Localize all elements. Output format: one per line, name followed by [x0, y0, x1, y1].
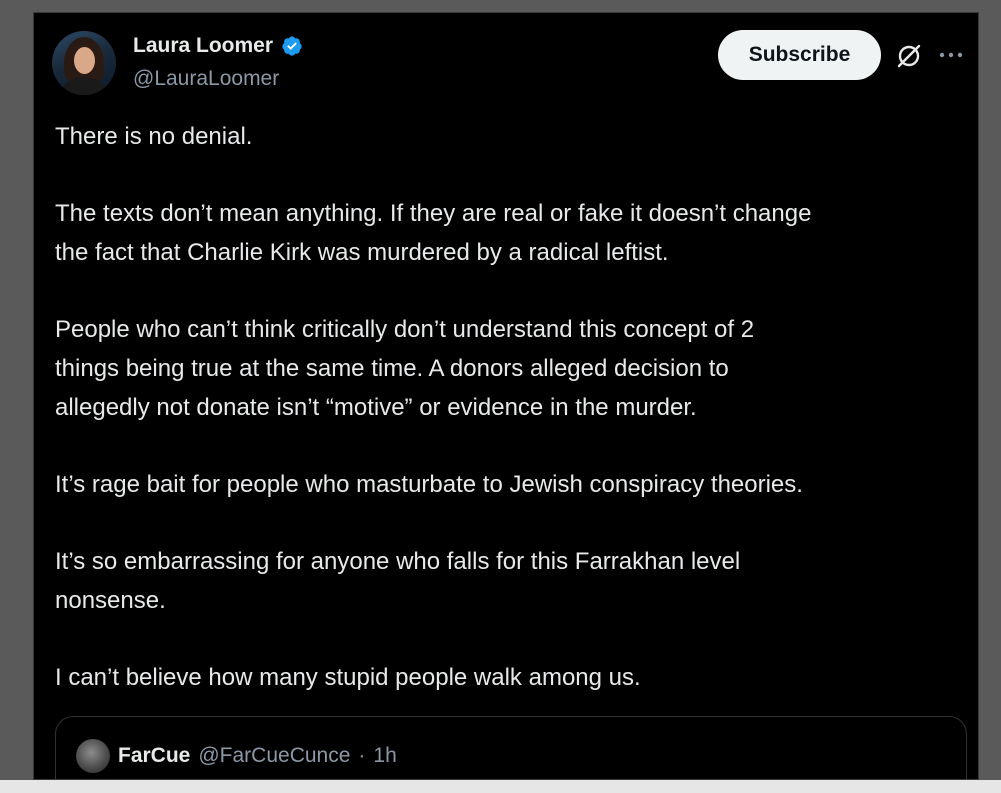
tweet-paragraph: There is no denial.	[55, 123, 253, 150]
author-avatar[interactable]	[52, 31, 116, 95]
quoted-author-name[interactable]: FarCue	[118, 744, 190, 768]
quoted-tweet-time[interactable]: 1h	[373, 744, 396, 768]
quoted-tweet-card[interactable]: FarCue @FarCueCunce · 1h	[55, 716, 967, 779]
cropped-background-strip	[0, 780, 1001, 793]
quoted-tweet-header: FarCue @FarCueCunce · 1h	[76, 739, 397, 773]
separator-dot: ·	[358, 744, 366, 767]
tweet-card: Laura Loomer @LauraLoomer Subscribe Ther…	[33, 12, 979, 780]
tweet-paragraph: It’s so embarrassing for anyone who fall…	[55, 548, 741, 614]
author-display-name[interactable]: Laura Loomer	[133, 34, 273, 58]
quoted-author-handle[interactable]: @FarCueCunce	[198, 744, 350, 768]
author-handle[interactable]: @LauraLoomer	[133, 67, 279, 91]
quoted-author-avatar[interactable]	[76, 739, 110, 773]
tweet-paragraph: It’s rage bait for people who masturbate…	[55, 471, 803, 498]
tweet-paragraph: I can’t believe how many stupid people w…	[55, 664, 641, 691]
grok-icon[interactable]	[896, 43, 922, 69]
more-icon[interactable]	[938, 51, 964, 59]
tweet-paragraph: The texts don’t mean anything. If they a…	[55, 200, 812, 266]
verified-badge-icon	[282, 36, 302, 56]
author-name-row: Laura Loomer	[133, 34, 303, 58]
tweet-paragraph: People who can’t think critically don’t …	[55, 316, 755, 421]
tweet-text: There is no denial. The texts don’t mean…	[55, 117, 965, 735]
subscribe-button[interactable]: Subscribe	[718, 30, 881, 80]
